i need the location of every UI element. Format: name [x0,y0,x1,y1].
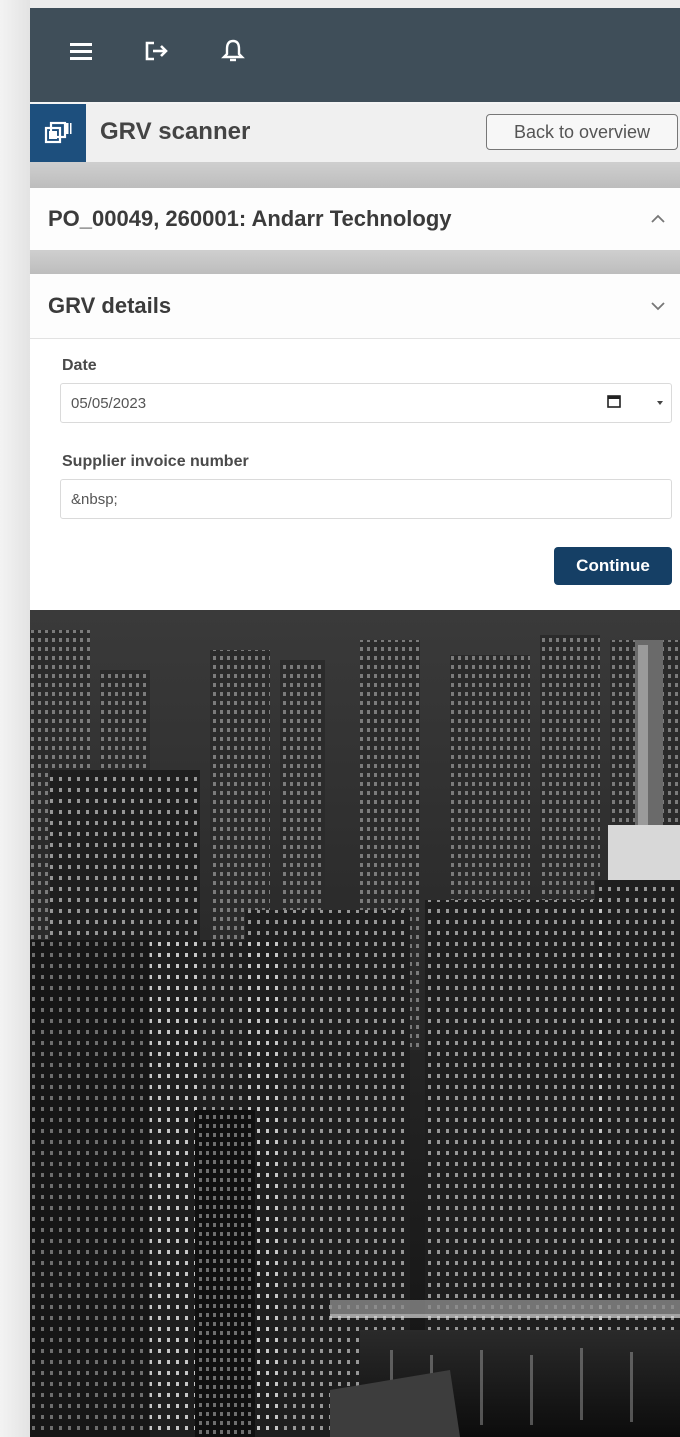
date-label: Date [62,357,97,374]
grv-form: Date Supplier invoice number Continue [30,338,680,610]
supplier-invoice-input[interactable] [60,479,672,519]
left-gutter [0,0,30,1437]
menu-icon[interactable] [66,36,96,66]
panel-title-po: PO_00049, 260001: Andarr Technology [48,206,452,231]
date-input[interactable] [60,383,672,423]
logout-icon[interactable] [142,36,172,66]
supplier-invoice-label: Supplier invoice number [62,453,249,470]
separator [30,162,680,188]
skyline-illustration [30,610,680,1437]
dropdown-arrow-icon[interactable] [656,394,664,412]
panel-header-po[interactable]: PO_00049, 260001: Andarr Technology [30,188,680,250]
date-controls [606,383,664,423]
continue-button[interactable]: Continue [554,547,672,585]
separator [30,250,680,274]
calendar-icon[interactable] [606,393,622,414]
date-field-wrap [30,383,680,423]
bell-icon[interactable] [218,36,248,66]
panel-header-grv-details[interactable]: GRV details [30,274,680,338]
scanner-logo-icon [30,104,86,162]
title-bar: GRV scanner Back to overview [30,104,680,162]
panel-title-grv-details: GRV details [48,293,172,318]
back-to-overview-button[interactable]: Back to overview [486,114,678,150]
page-title: GRV scanner [100,118,251,145]
app-window: GRV scanner Back to overview PO_00049, 2… [30,8,680,1437]
city-background-image [30,610,680,1437]
top-bar [30,8,680,102]
chevron-down-icon[interactable] [648,296,668,316]
chevron-up-icon[interactable] [648,209,668,229]
